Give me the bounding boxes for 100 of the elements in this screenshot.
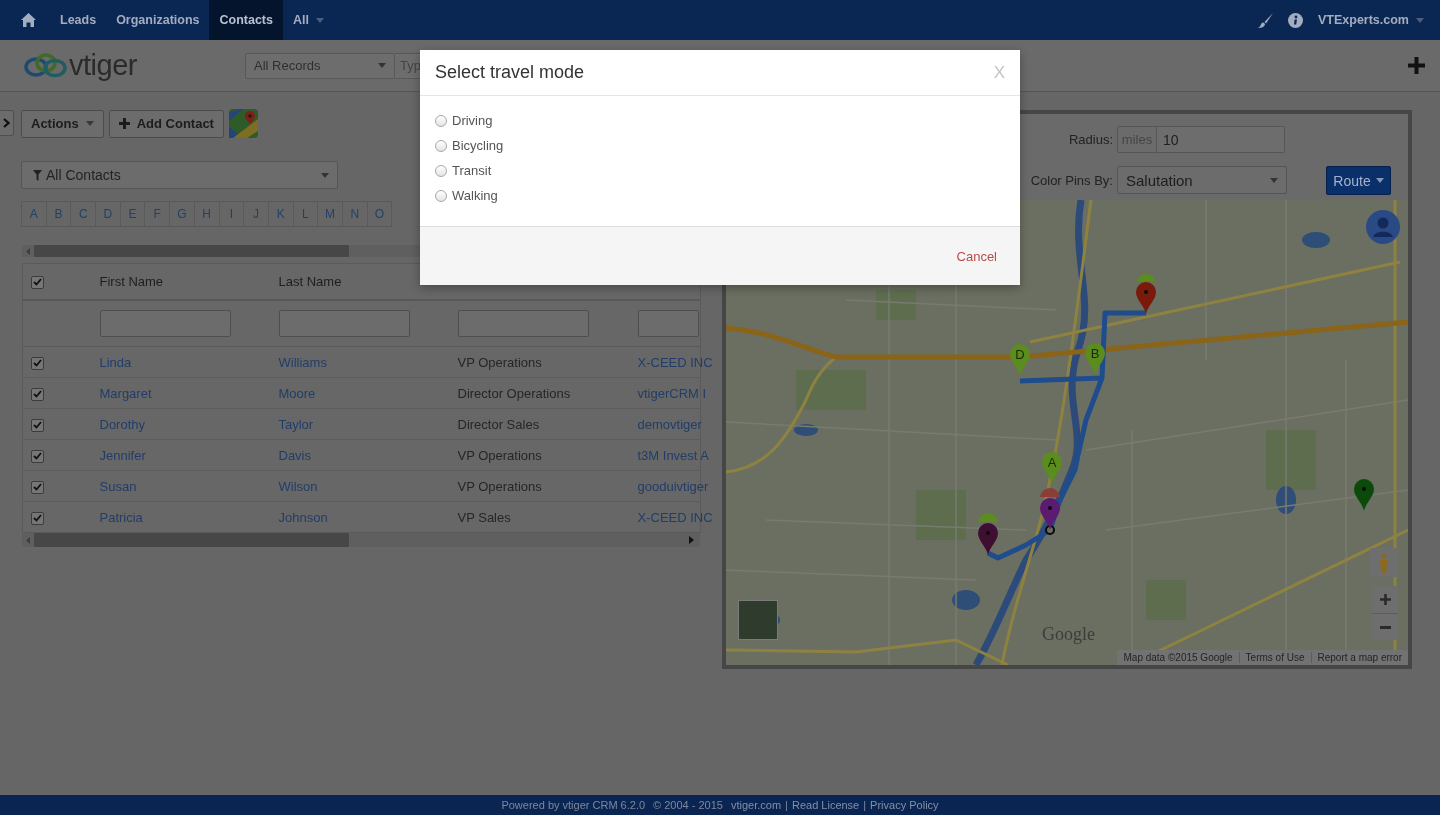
user-menu[interactable]: VTExperts.com bbox=[1318, 13, 1424, 27]
radio-button[interactable] bbox=[435, 164, 447, 177]
sidebar-toggle[interactable] bbox=[0, 110, 14, 136]
travel-mode-option[interactable]: Driving bbox=[435, 108, 1005, 133]
alphabet-filter-link[interactable]: D bbox=[95, 201, 121, 227]
alphabet-filter-link[interactable]: A bbox=[21, 201, 47, 227]
record-link[interactable]: Wilson bbox=[278, 478, 318, 494]
person-icon[interactable] bbox=[1366, 210, 1400, 244]
footer-link[interactable]: vtiger.com bbox=[730, 799, 782, 811]
check-icon bbox=[33, 421, 42, 430]
map-pin[interactable] bbox=[1039, 497, 1061, 531]
cancel-link[interactable]: Cancel bbox=[956, 248, 997, 264]
record-link[interactable]: Patricia bbox=[99, 509, 143, 525]
record-link[interactable]: X-CEED INC bbox=[637, 509, 713, 525]
radio-button[interactable] bbox=[435, 139, 447, 152]
nav-tab[interactable]: Organizations bbox=[106, 0, 210, 40]
record-link[interactable]: Johnson bbox=[278, 509, 328, 525]
lake bbox=[952, 590, 980, 610]
travel-mode-option[interactable]: Transit bbox=[435, 158, 1005, 183]
row-checkbox[interactable] bbox=[31, 387, 44, 401]
nav-tab[interactable]: Contacts bbox=[209, 0, 283, 40]
record-link[interactable]: Susan bbox=[99, 478, 137, 494]
nav-tab[interactable]: Leads bbox=[50, 0, 107, 40]
records-select[interactable]: All Records bbox=[245, 52, 395, 79]
alphabet-filter-link[interactable]: K bbox=[267, 201, 294, 227]
caret-icon bbox=[321, 172, 329, 178]
footer-link[interactable]: Read License bbox=[791, 799, 860, 811]
close-button[interactable]: X bbox=[993, 62, 1005, 83]
record-link[interactable]: Williams bbox=[278, 354, 327, 370]
alphabet-filter-link[interactable]: G bbox=[169, 201, 195, 227]
footer-link[interactable]: Privacy Policy bbox=[870, 799, 939, 811]
record-link[interactable]: Davis bbox=[278, 447, 311, 463]
alphabet-filter-link[interactable]: E bbox=[119, 201, 146, 227]
column-filter-input[interactable] bbox=[278, 309, 410, 337]
alphabet-filter-link[interactable]: O bbox=[366, 201, 393, 227]
column-filter-input[interactable] bbox=[99, 309, 231, 337]
record-link[interactable]: vtigerCRM I bbox=[637, 385, 707, 401]
scrollbar-thumb[interactable] bbox=[34, 533, 349, 547]
record-link[interactable]: Moore bbox=[278, 385, 316, 401]
select-all-checkbox[interactable] bbox=[31, 275, 44, 289]
row-checkbox[interactable] bbox=[31, 356, 44, 370]
record-link[interactable]: Taylor bbox=[278, 416, 314, 432]
check-icon bbox=[33, 452, 42, 461]
map-pin[interactable] bbox=[977, 522, 999, 556]
minus-icon bbox=[1379, 625, 1391, 629]
map-app-icon[interactable] bbox=[228, 109, 258, 138]
radius-label: Radius: bbox=[1068, 132, 1114, 147]
park-area bbox=[796, 370, 866, 410]
alphabet-filter-link[interactable]: F bbox=[144, 201, 171, 227]
alphabet-filter-link[interactable]: N bbox=[341, 201, 368, 227]
add-contact-button[interactable]: Add Contact bbox=[108, 109, 224, 138]
record-link[interactable]: demovtiger bbox=[637, 416, 702, 432]
record-link[interactable]: X-CEED INC bbox=[637, 354, 713, 370]
alphabet-filter-link[interactable]: H bbox=[193, 201, 220, 227]
info-button[interactable] bbox=[1288, 12, 1303, 28]
record-link[interactable]: t3M Invest A bbox=[637, 447, 710, 463]
map-pin[interactable]: D bbox=[1009, 343, 1031, 377]
map-pin[interactable] bbox=[1353, 478, 1375, 512]
park-area bbox=[1266, 430, 1316, 490]
scrollbar-thumb[interactable] bbox=[34, 245, 349, 257]
map-pin[interactable] bbox=[1135, 281, 1157, 315]
row-checkbox[interactable] bbox=[31, 480, 44, 494]
record-link[interactable]: Linda bbox=[99, 354, 132, 370]
radio-button[interactable] bbox=[435, 189, 447, 202]
alphabet-filter-link[interactable]: C bbox=[70, 201, 97, 227]
radius-input[interactable]: 10 bbox=[1157, 126, 1285, 153]
attribution-link[interactable]: Report a map error bbox=[1310, 652, 1408, 663]
nav-tab[interactable]: All bbox=[282, 0, 334, 40]
alphabet-filter-link[interactable]: J bbox=[243, 201, 269, 227]
color-pins-select[interactable]: Salutation bbox=[1117, 166, 1287, 194]
travel-mode-option[interactable]: Bicycling bbox=[435, 133, 1005, 158]
route-button[interactable]: Route bbox=[1326, 166, 1391, 195]
plus-icon bbox=[1379, 594, 1391, 605]
record-link[interactable]: gooduivtiger bbox=[637, 478, 709, 494]
record-link[interactable]: Jennifer bbox=[99, 447, 146, 463]
column-header[interactable]: First Name bbox=[99, 273, 164, 289]
alphabet-filter-link[interactable]: L bbox=[292, 201, 319, 227]
map-pin[interactable]: B bbox=[1084, 342, 1106, 376]
column-filter-input[interactable] bbox=[637, 309, 699, 337]
satellite-thumbnail[interactable] bbox=[738, 600, 778, 640]
add-record-button[interactable] bbox=[1408, 57, 1425, 74]
alphabet-filter-link[interactable]: B bbox=[45, 201, 72, 227]
alphabet-filter-link[interactable]: I bbox=[218, 201, 245, 227]
record-link[interactable]: Margaret bbox=[99, 385, 152, 401]
row-checkbox[interactable] bbox=[31, 418, 44, 432]
map-pin[interactable]: A bbox=[1041, 451, 1063, 485]
radio-button[interactable] bbox=[435, 114, 447, 127]
attribution-link[interactable]: Terms of Use bbox=[1238, 652, 1311, 663]
footer-separator: | bbox=[863, 799, 867, 811]
horizontal-scrollbar[interactable] bbox=[22, 533, 700, 547]
pegman-icon bbox=[1379, 552, 1389, 573]
row-checkbox[interactable] bbox=[31, 449, 44, 463]
list-filter-select[interactable]: All Contacts bbox=[21, 161, 338, 189]
column-header[interactable]: Last Name bbox=[278, 273, 342, 289]
actions-button[interactable]: Actions bbox=[21, 109, 104, 138]
row-checkbox[interactable] bbox=[31, 511, 44, 525]
record-link[interactable]: Dorothy bbox=[99, 416, 146, 432]
alphabet-filter-link[interactable]: M bbox=[317, 201, 343, 227]
column-filter-input[interactable] bbox=[457, 309, 589, 337]
attribution-link[interactable]: Map data ©2015 Google bbox=[1117, 652, 1239, 663]
